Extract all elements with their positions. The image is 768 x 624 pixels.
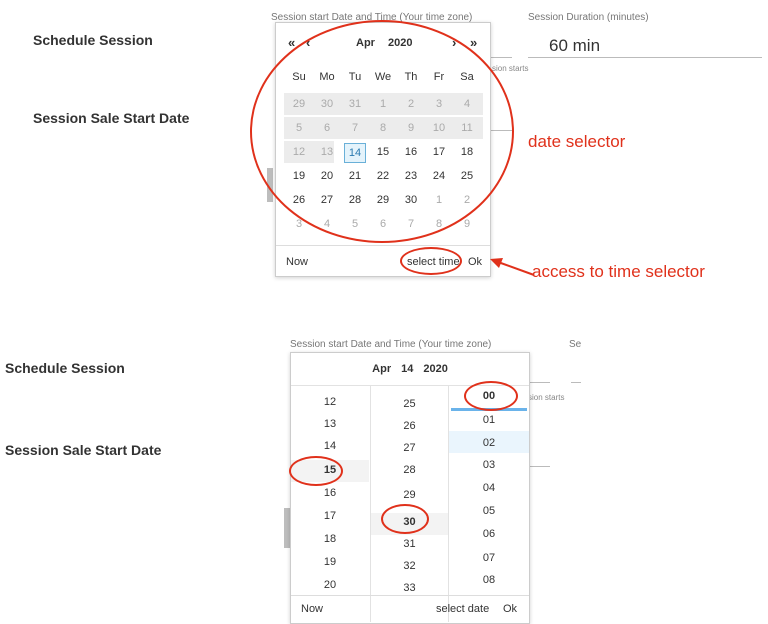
time-access-annotation: access to time selector bbox=[532, 262, 705, 281]
second-option[interactable]: 01 bbox=[449, 414, 529, 426]
hour-option[interactable]: 13 bbox=[291, 418, 369, 430]
select-time-annotation-ellipse bbox=[400, 247, 462, 275]
minute-annotation-ellipse bbox=[381, 504, 429, 534]
duration-caption-partial: Se bbox=[569, 339, 582, 350]
hour-option[interactable]: 20 bbox=[291, 579, 369, 591]
select-date-button[interactable]: select date bbox=[436, 603, 489, 615]
now-button-2[interactable]: Now bbox=[301, 603, 323, 615]
hour-option[interactable]: 12 bbox=[291, 396, 369, 408]
hour-annotation-ellipse bbox=[289, 456, 343, 486]
session-sale-start-label: Session Sale Start Date bbox=[33, 110, 190, 126]
second-option[interactable]: 05 bbox=[449, 505, 529, 517]
seconds-column[interactable]: 00 01 02 03 04 05 06 07 08 bbox=[449, 386, 529, 594]
ok-button[interactable]: Ok bbox=[468, 256, 482, 268]
start-field-underline-partial-2 bbox=[530, 382, 550, 383]
footer-divider-2 bbox=[291, 595, 529, 596]
duration-caption: Session Duration (minutes) bbox=[528, 12, 649, 23]
hour-option[interactable]: 16 bbox=[291, 487, 369, 499]
hours-column[interactable]: 12 13 14 15 16 17 18 19 20 bbox=[291, 386, 369, 594]
duration-input[interactable]: 60 min bbox=[549, 36, 600, 56]
start-hint-partial: sion starts bbox=[492, 64, 529, 73]
annotation-arrow bbox=[490, 258, 535, 276]
ok-button-2[interactable]: Ok bbox=[503, 603, 517, 615]
minute-option[interactable]: 28 bbox=[371, 464, 448, 476]
hour-option[interactable]: 19 bbox=[291, 556, 369, 568]
minute-option[interactable]: 27 bbox=[371, 442, 448, 454]
second-option[interactable]: 04 bbox=[449, 482, 529, 494]
minute-option[interactable]: 32 bbox=[371, 560, 448, 572]
header-day[interactable]: 14 bbox=[401, 363, 413, 375]
second-annotation-ellipse bbox=[464, 381, 518, 411]
second-option[interactable]: 06 bbox=[449, 528, 529, 540]
minute-option[interactable]: 31 bbox=[371, 538, 448, 550]
minute-option[interactable]: 29 bbox=[371, 489, 448, 501]
now-button[interactable]: Now bbox=[286, 256, 308, 268]
date-selector-annotation-ellipse bbox=[250, 20, 514, 243]
header-year[interactable]: 2020 bbox=[423, 363, 447, 375]
header-month[interactable]: Apr bbox=[372, 363, 391, 375]
minute-option[interactable]: 25 bbox=[371, 398, 448, 410]
hour-option[interactable]: 14 bbox=[291, 440, 369, 452]
minute-option[interactable]: 26 bbox=[371, 420, 448, 432]
sale-field-underline-partial-2 bbox=[530, 466, 550, 467]
duration-underline bbox=[528, 57, 762, 58]
second-option[interactable]: 08 bbox=[449, 574, 529, 586]
start-hint-partial-2: sion starts bbox=[528, 393, 565, 402]
minute-option[interactable]: 33 bbox=[371, 582, 448, 594]
hour-option[interactable]: 17 bbox=[291, 510, 369, 522]
footer-divider bbox=[276, 245, 490, 246]
start-datetime-caption-2: Session start Date and Time (Your time z… bbox=[290, 339, 492, 350]
second-option[interactable]: 03 bbox=[449, 459, 529, 471]
date-selector-annotation: date selector bbox=[528, 132, 626, 151]
hour-option[interactable]: 18 bbox=[291, 533, 369, 545]
schedule-session-label: Schedule Session bbox=[33, 32, 153, 48]
next-year-button[interactable]: » bbox=[470, 35, 477, 50]
session-sale-start-label-2: Session Sale Start Date bbox=[5, 442, 162, 458]
start-field-underline-partial bbox=[490, 57, 512, 58]
minutes-column[interactable]: 25 26 27 28 29 30 31 32 33 bbox=[371, 386, 448, 594]
duration-underline-partial-2 bbox=[571, 382, 581, 383]
schedule-session-label-2: Schedule Session bbox=[5, 360, 125, 376]
second-option[interactable]: 02 bbox=[449, 437, 529, 449]
second-option[interactable]: 07 bbox=[449, 552, 529, 564]
